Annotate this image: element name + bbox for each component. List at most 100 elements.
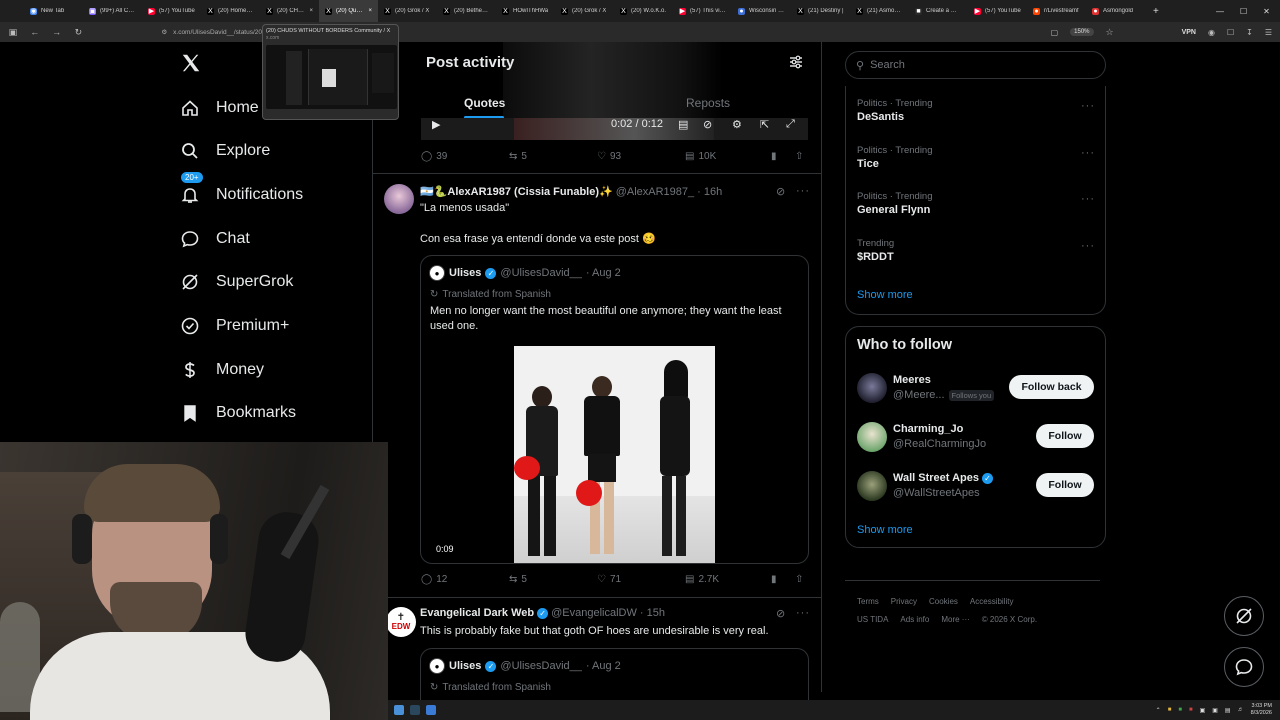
play-icon[interactable]: ▶ [432,118,440,131]
browser-tab[interactable]: ▣ (99+) All Cate [83,0,142,22]
share-icon[interactable]: ⇧ [795,151,803,162]
close-tab-icon[interactable]: × [309,8,313,14]
minimize-icon[interactable]: — [1216,7,1224,16]
extensions-icon[interactable]: ☐ [1227,28,1234,37]
trend-item[interactable]: Politics · Trending General Flynn [857,191,933,216]
downloads-icon[interactable]: ↧ [1246,28,1253,37]
close-window-icon[interactable]: ✕ [1263,7,1270,16]
grok-fab-button[interactable] [1224,596,1264,636]
tab-reposts[interactable]: Reposts [686,96,730,110]
footer-link[interactable]: Cookies [929,597,958,606]
avatar[interactable] [857,422,887,452]
more-options-icon[interactable]: ··· [1081,147,1095,159]
grok-icon[interactable]: ⊘ [776,185,786,198]
zoom-level[interactable]: 150% [1070,28,1094,36]
footer-link[interactable]: More ··· [941,615,969,624]
screenshot-icon[interactable]: ▢ [1051,28,1059,37]
bookmark-icon[interactable]: ▮ [771,574,777,585]
footer-link[interactable]: © 2026 X Corp. [982,615,1037,624]
follow-suggestion[interactable]: Wall Street Apes ✓ @WallStreetApes Follo… [857,471,1097,505]
tray-app-icon[interactable]: ■ [1168,707,1172,713]
browser-tab[interactable]: X (20) Grok / X [555,0,614,22]
follow-suggestion[interactable]: Meeres @Meere... Follows you Follow back [857,373,1097,407]
browser-tab[interactable]: X (20) Grok / X [378,0,437,22]
quoted-post[interactable]: ● Ulises ✓ @UlisesDavid__ · Aug 2 ↻ Tran… [420,648,809,700]
bookmark-star-icon[interactable]: ☆ [1106,27,1114,38]
bookmark-icon[interactable]: ▮ [771,151,777,162]
tray-app-icon[interactable]: ■ [1189,707,1193,713]
wallet-icon[interactable]: ◉ [1208,28,1215,37]
browser-tab[interactable]: ▶ (57) YouTube [142,0,201,22]
reply-button[interactable]: ◯ 12 [421,574,509,585]
browser-tab[interactable]: ▶ (57) This video [673,0,732,22]
nav-item-bookmarks[interactable]: Bookmarks [180,403,296,423]
video-thumbnail[interactable] [514,346,715,563]
nav-item-chat[interactable]: Chat [180,229,250,249]
network-icon[interactable]: ▤ [1225,707,1231,714]
more-options-icon[interactable]: ··· [796,185,810,197]
avatar[interactable] [384,184,414,214]
like-button[interactable]: ♡ 93 [597,151,685,162]
browser-tab[interactable]: ● Asmongold [1086,0,1145,22]
clock[interactable]: 3:03 PM 8/3/2026 [1251,703,1272,717]
search-box[interactable]: ⚲ [845,51,1106,79]
tray-app-icon[interactable]: ▣ [1200,707,1206,714]
views-button[interactable]: ▤ 10K [685,151,773,162]
nav-item-money[interactable]: Money [180,360,264,380]
more-options-icon[interactable]: ··· [1081,193,1095,205]
follow-button[interactable]: Follow [1036,473,1094,497]
app-icon[interactable] [426,705,436,715]
tray-chevron-icon[interactable]: ⌃ [1156,707,1161,714]
follow-back-button[interactable]: Follow back [1009,375,1094,399]
browser-tab[interactable]: X HOwIThHWa [496,0,555,22]
nav-item-premium[interactable]: Premium+ [180,316,289,336]
account-name-row[interactable]: Wall Street Apes ✓ [893,472,993,484]
footer-link[interactable]: US TIDA [857,615,888,624]
author-name[interactable]: 🇦🇷🐍AlexAR1987 (Cissia Funable)✨ [420,185,613,198]
author-handle[interactable]: @EvangelicalDW [551,607,637,619]
reply-button[interactable]: ◯ 39 [421,151,509,162]
repost-button[interactable]: ⇆ 5 [509,151,597,162]
x-logo-icon[interactable] [180,52,202,74]
grok-icon[interactable]: ⊘ [776,607,786,620]
browser-tab[interactable]: X (21) Destiny | [791,0,850,22]
settings-gear-icon[interactable]: ⚙ [732,118,742,131]
nav-item-explore[interactable]: Explore [180,141,270,161]
more-options-icon[interactable]: ··· [1081,240,1095,252]
views-button[interactable]: ▤ 2.7K [685,574,773,585]
forward-icon[interactable]: → [52,27,62,37]
author-handle[interactable]: @AlexAR1987_ [616,186,694,198]
nav-item-supergrok[interactable]: SuperGrok [180,272,293,292]
more-options-icon[interactable]: ··· [1081,100,1095,112]
trend-item[interactable]: Trending $RDDT [857,238,894,263]
trend-item[interactable]: Politics · Trending DeSantis [857,98,933,123]
avatar[interactable] [857,471,887,501]
vpn-badge[interactable]: VPN [1182,29,1196,36]
account-name[interactable]: Charming_Jo [893,423,963,435]
fullscreen-icon[interactable]: ⤢ [786,118,795,131]
account-name[interactable]: Meeres [893,374,931,386]
more-options-icon[interactable]: ··· [796,607,810,619]
who-to-follow-show-more-link[interactable]: Show more [857,524,913,536]
mute-icon[interactable]: ⊘ [703,118,712,131]
tray-app-icon[interactable]: ■ [1178,707,1182,713]
back-icon[interactable]: ← [30,27,40,37]
footer-link[interactable]: Ads info [900,615,929,624]
reload-icon[interactable]: ↻ [73,27,83,38]
browser-tab[interactable]: X (20) Bethesda [437,0,496,22]
nav-item-notifications[interactable]: 20+ Notifications [180,171,303,205]
browser-tab[interactable]: X (20) Quote × [319,0,378,22]
menu-icon[interactable]: ☰ [1265,28,1272,37]
author-name[interactable]: Evangelical Dark Web [420,607,534,619]
nav-item-home[interactable]: Home [180,98,259,118]
browser-tab[interactable]: ▶ (57) YouTube [968,0,1027,22]
post-time[interactable]: · 16h [697,186,722,198]
avatar[interactable]: ✝ EDW [386,607,416,637]
follow-suggestion[interactable]: Charming_Jo @RealCharmingJo Follow [857,422,1097,456]
footer-link[interactable]: Terms [857,597,879,606]
tray-app-icon[interactable]: ▣ [1212,707,1218,714]
steam-icon[interactable] [410,705,420,715]
share-icon[interactable]: ⇧ [795,574,803,585]
new-tab-button[interactable]: + [1145,6,1167,17]
trends-show-more-link[interactable]: Show more [857,289,913,301]
